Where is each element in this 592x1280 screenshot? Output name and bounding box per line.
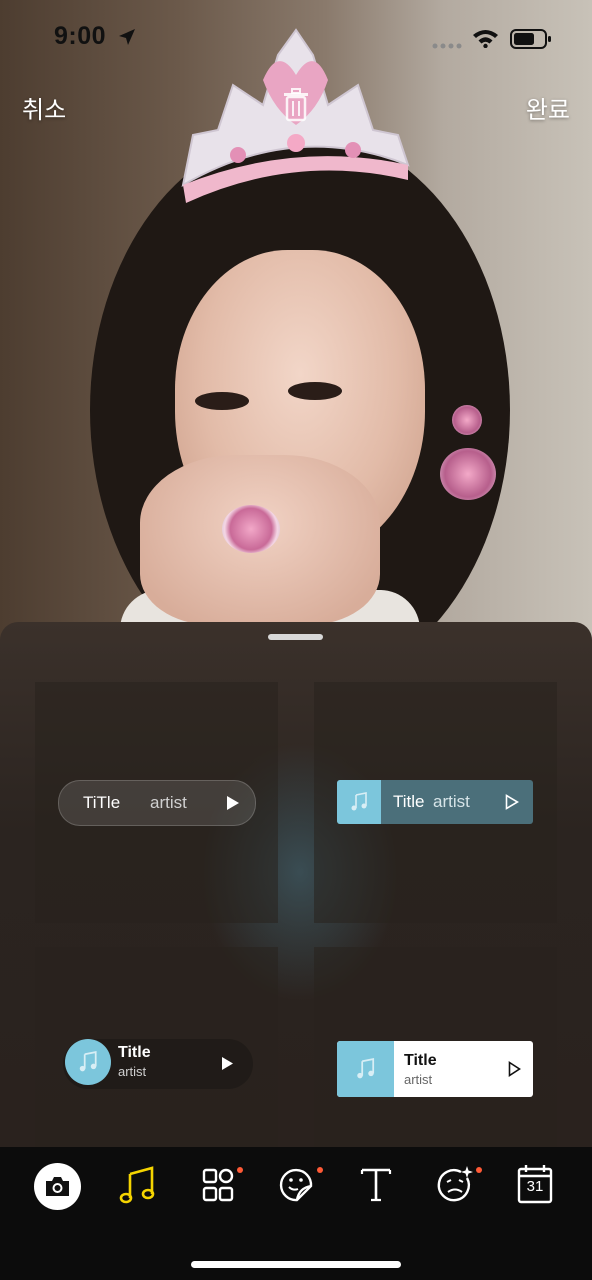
play-icon xyxy=(222,1057,233,1070)
wifi-icon xyxy=(473,30,498,48)
trash-icon[interactable] xyxy=(281,88,311,122)
earring-bottom-shape xyxy=(440,448,496,500)
effects-button[interactable] xyxy=(431,1164,482,1206)
music-note-icon xyxy=(79,1051,97,1072)
text-button[interactable] xyxy=(352,1164,400,1206)
music-note-icon xyxy=(351,792,367,811)
sticker-artist: artist xyxy=(150,793,187,812)
cellular-signal-icon xyxy=(432,43,462,49)
sticker-artist: artist xyxy=(433,792,470,811)
widgets-button[interactable] xyxy=(194,1164,243,1206)
story-editor-screen: 9:00 취소 완료 TiTle artist Title artist Tit… xyxy=(0,0,592,1280)
text-icon xyxy=(360,1168,392,1202)
left-eye-shape xyxy=(195,392,249,410)
sheet-drag-handle[interactable] xyxy=(268,634,323,640)
music-sticker-preview: Title artist xyxy=(63,1039,253,1089)
sparkle-face-icon xyxy=(437,1166,473,1202)
sticker-option-round[interactable]: Title artist xyxy=(35,947,278,1147)
camera-button[interactable] xyxy=(34,1163,81,1210)
earring-top-shape xyxy=(452,405,482,435)
home-indicator[interactable] xyxy=(191,1261,401,1268)
music-sticker-preview: TiTle artist xyxy=(58,780,256,826)
play-outline-icon xyxy=(505,794,519,810)
camera-icon xyxy=(46,1177,69,1196)
sticker-artist: artist xyxy=(118,1064,147,1079)
sticker-title: TiTle xyxy=(83,793,121,812)
ring-shape xyxy=(222,505,280,553)
sticker-title: Title xyxy=(393,792,425,811)
location-arrow-icon xyxy=(119,29,135,45)
album-art xyxy=(65,1039,111,1085)
status-time: 9:00 xyxy=(54,22,107,50)
new-badge xyxy=(476,1167,482,1173)
album-art xyxy=(337,780,381,824)
music-sticker-preview: Title artist xyxy=(337,780,533,824)
battery-icon xyxy=(510,29,551,49)
sticker-option-pill[interactable]: TiTle artist xyxy=(35,682,278,923)
calendar-day-label: 31 xyxy=(526,1178,544,1195)
play-outline-icon xyxy=(508,1061,521,1077)
music-note-icon xyxy=(357,1058,375,1079)
sticker-face-icon xyxy=(279,1168,313,1202)
music-sticker-sheet: TiTle artist Title artist Title artist T… xyxy=(0,622,592,1147)
date-button[interactable]: 31 xyxy=(511,1164,559,1206)
play-icon xyxy=(227,796,239,810)
done-button[interactable]: 완료 xyxy=(526,90,570,125)
sticker-title: Title xyxy=(404,1052,437,1069)
grid-shapes-icon xyxy=(202,1168,234,1202)
sticker-button[interactable] xyxy=(273,1164,323,1206)
cancel-button[interactable]: 취소 xyxy=(22,90,66,125)
editor-toolbar: 31 xyxy=(0,1147,592,1280)
sticker-artist: artist xyxy=(404,1072,433,1087)
new-badge xyxy=(317,1167,323,1173)
sticker-option-card[interactable]: Title artist xyxy=(314,947,557,1147)
right-eye-shape xyxy=(288,382,342,400)
music-button[interactable] xyxy=(116,1164,164,1206)
music-note-icon xyxy=(119,1166,155,1204)
sticker-title: Title xyxy=(118,1044,151,1061)
album-art xyxy=(337,1041,394,1097)
sticker-option-bar[interactable]: Title artist xyxy=(314,682,557,923)
new-badge xyxy=(237,1167,243,1173)
music-sticker-preview: Title artist xyxy=(337,1041,533,1097)
